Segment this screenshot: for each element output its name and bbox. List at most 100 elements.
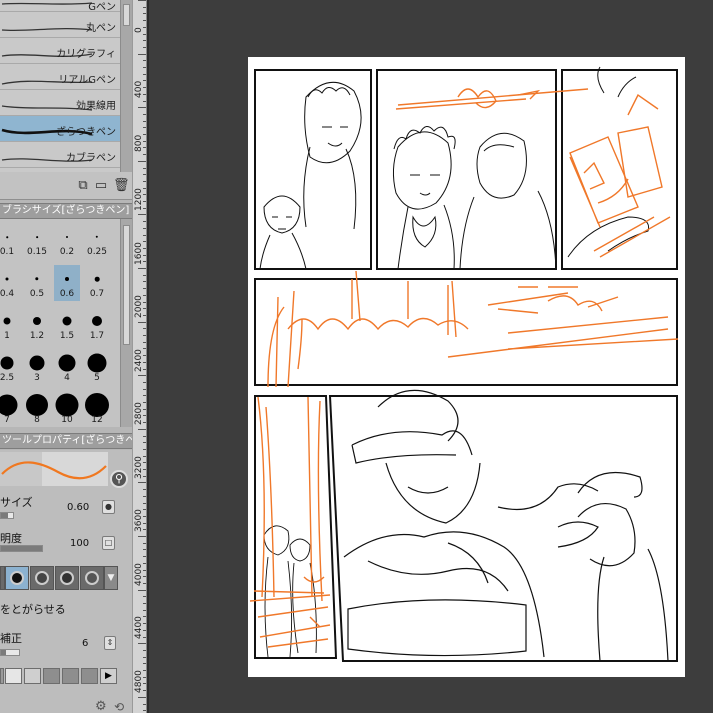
ruler-tick: [143, 301, 146, 303]
preset-swatch-1[interactable]: [0, 668, 4, 684]
ruler-tick: [143, 475, 146, 477]
ruler-tick: [143, 355, 146, 357]
manga-page[interactable]: [248, 57, 685, 677]
ruler-tick: [143, 147, 146, 149]
brush-size-value-label: 2.5: [0, 373, 15, 383]
ruler-tick: [143, 495, 146, 497]
ruler-tick: [143, 180, 146, 182]
brush-size-option[interactable]: 5: [84, 349, 110, 385]
brush-size-option[interactable]: 0.7: [84, 265, 110, 301]
ruler-tick: [143, 140, 146, 142]
ruler-tick: [138, 0, 146, 1]
brush-size-option[interactable]: 4: [54, 349, 80, 385]
brush-size-value-label: 7: [4, 415, 10, 425]
preset-swatch-3[interactable]: [24, 668, 41, 684]
brush-size-option[interactable]: 7: [0, 391, 20, 427]
brush-size-value-label: 0.6: [59, 289, 75, 299]
brush-item-label: カリグラフィ: [56, 49, 116, 60]
vertical-ruler: 0 400 800 1200 1600 2000 2400 2800 3200 3600 4000 4…: [132, 0, 147, 713]
ruler-tick: [143, 335, 146, 336]
brush-item[interactable]: 丸ペン: [0, 12, 120, 38]
tip-soft-round[interactable]: [30, 566, 54, 590]
tip-round-selected[interactable]: [5, 566, 29, 590]
preset-swatch-2[interactable]: [5, 668, 22, 684]
brush-size-option[interactable]: 0.15: [24, 223, 50, 259]
opacity-toggle-icon[interactable]: □: [102, 536, 115, 550]
ruler-tick: [143, 73, 146, 75]
brush-size-slider[interactable]: [0, 512, 14, 519]
ruler-tick: [143, 509, 146, 511]
ruler-tick: [143, 134, 146, 135]
opacity-slider[interactable]: [0, 545, 43, 552]
panel-1: [254, 69, 372, 270]
brush-size-dot: [85, 393, 109, 417]
ruler-tick: [138, 107, 146, 109]
brush-item[interactable]: カリグラフィ: [0, 38, 120, 64]
preset-swatch-4[interactable]: [43, 668, 60, 684]
brush-item[interactable]: 効果線用: [0, 90, 120, 116]
brush-size-option[interactable]: 0.5: [24, 265, 50, 301]
brush-size-option[interactable]: 12: [84, 391, 110, 427]
ruler-tick: [143, 683, 146, 685]
tip-dropdown[interactable]: ▼: [104, 566, 118, 590]
ruler-tick: [143, 308, 146, 310]
brush-item-label: 効果線用: [76, 101, 116, 112]
brush-size-option[interactable]: 2.5: [0, 349, 20, 385]
stabilization-spinner[interactable]: ⇕: [104, 636, 116, 650]
ruler-tick: [143, 442, 146, 444]
brush-item[interactable]: Gペン: [0, 0, 120, 13]
brush-size-scrollbar[interactable]: [120, 219, 132, 427]
brush-size-option[interactable]: 1.7: [84, 307, 110, 343]
brush-size-dot: [94, 276, 100, 282]
ruler-tick: [143, 582, 146, 584]
ruler-tick: [143, 690, 146, 692]
brush-size-dot: [0, 356, 14, 370]
brush-size-option[interactable]: 1.2: [24, 307, 50, 343]
stabilization-slider[interactable]: [0, 649, 20, 656]
ruler-tick: [138, 268, 146, 269]
brush-size-value[interactable]: 0.60: [67, 502, 89, 513]
brush-size-dot: [87, 353, 107, 373]
ruler-tick: [143, 207, 146, 209]
brush-size-option[interactable]: 3: [24, 349, 50, 385]
brush-size-option[interactable]: 0.4: [0, 265, 20, 301]
reset-icon[interactable]: ⟲: [114, 700, 124, 713]
stabilization-value[interactable]: 6: [82, 638, 88, 649]
brush-size-option[interactable]: 0.25: [84, 223, 110, 259]
new-page-icon[interactable]: ▭: [94, 178, 108, 193]
ruler-tick: [143, 80, 146, 82]
brush-item[interactable]: リアルGペン: [0, 64, 120, 90]
ruler-tick: [138, 589, 146, 591]
ruler-tick: [138, 428, 146, 430]
brush-size-option[interactable]: 0.2: [54, 223, 80, 259]
tip-airbrush[interactable]: [55, 566, 79, 590]
preset-swatch-6[interactable]: [81, 668, 98, 684]
ruler-tick: [143, 515, 146, 517]
preset-swatch-5[interactable]: [62, 668, 79, 684]
settings-gear-icon[interactable]: ⚙: [95, 699, 107, 713]
canvas-area[interactable]: [149, 0, 713, 713]
brush-sub-tool-list: Gペン 丸ペンカリグラフィリアルGペン効果線用ざらつきペン カブラペン: [0, 0, 120, 172]
ruler-tick: [143, 167, 146, 169]
brush-size-value-label: 3: [34, 373, 40, 383]
brush-size-option[interactable]: 0.1: [0, 223, 20, 259]
brush-size-dot: [35, 277, 39, 281]
ruler-tick: [138, 160, 146, 162]
brush-list-scrollbar[interactable]: [120, 0, 132, 172]
brush-size-option[interactable]: 1.5: [54, 307, 80, 343]
opacity-value[interactable]: 100: [70, 538, 89, 549]
brush-item[interactable]: カブラペン: [0, 142, 120, 168]
layer-copy-icon[interactable]: ⧉: [76, 178, 90, 193]
tip-textured[interactable]: [80, 566, 104, 590]
pressure-icon[interactable]: ●: [102, 500, 115, 514]
brush-size-option[interactable]: 0.6: [54, 265, 80, 301]
swatch-next-icon[interactable]: ▶: [100, 668, 117, 684]
brush-size-option[interactable]: 1: [0, 307, 20, 343]
magnify-icon[interactable]: ⚲: [110, 470, 128, 488]
brush-size-option[interactable]: 10: [54, 391, 80, 427]
ruler-tick: [143, 341, 146, 343]
ruler-tick: [143, 274, 146, 276]
trash-icon[interactable]: 🗑: [113, 178, 130, 193]
brush-item[interactable]: ざらつきペン: [0, 116, 120, 142]
brush-size-option[interactable]: 8: [24, 391, 50, 427]
